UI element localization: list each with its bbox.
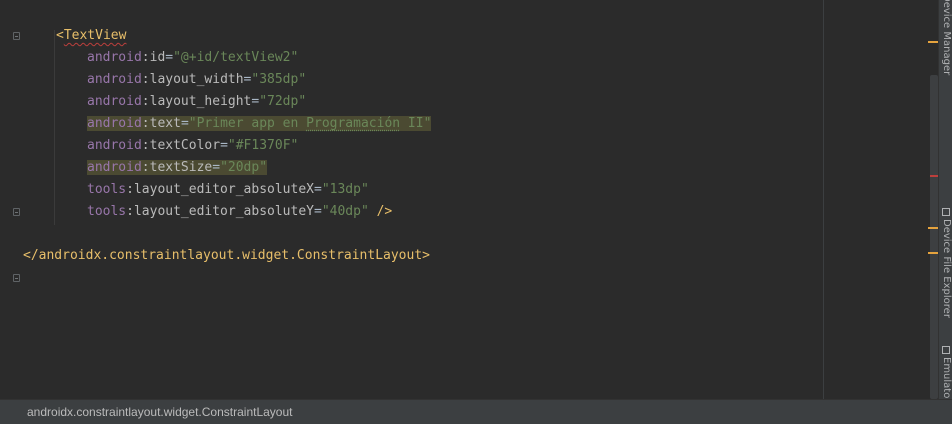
code-token: android (87, 138, 142, 153)
emulator-tool-button[interactable]: Emulator (939, 346, 952, 402)
code-token: layout_editor_absoluteY (133, 204, 314, 219)
code-token: android (87, 116, 142, 131)
code-token: android (87, 94, 142, 109)
code-token: android (87, 50, 142, 65)
code-line[interactable]: </androidx.constraintlayout.widget.Const… (23, 245, 430, 267)
code-token: text (149, 116, 181, 131)
indent-guide (54, 30, 55, 225)
code-token: Programación (306, 116, 401, 131)
status-bar: androidx.constraintlayout.widget.Constra… (0, 399, 952, 424)
code-token: layout_width (149, 72, 244, 87)
code-token: "385dp" (251, 72, 307, 87)
code-token: : (126, 182, 134, 197)
editor-scrollbar-thumb[interactable] (930, 75, 938, 399)
code-token: "Primer app en (188, 116, 307, 131)
code-token: : (141, 138, 150, 153)
fold-marker-icon[interactable] (13, 208, 20, 216)
right-margin-guide (823, 0, 824, 399)
code-token: textSize (149, 160, 213, 175)
code-token: "72dp" (259, 94, 307, 109)
code-token: = (313, 204, 322, 219)
code-token: : (141, 94, 150, 109)
code-token: android (87, 72, 142, 87)
code-token: "@+id/textView2" (173, 50, 299, 65)
right-tool-window-strip: Device Manager Device File Explorer Emul… (938, 0, 952, 402)
device-file-explorer-label: Device File Explorer (941, 219, 952, 318)
code-token: II" (400, 116, 432, 131)
code-token: </androidx.constraintlayout.widget.Const… (23, 248, 430, 263)
code-token: : (141, 116, 150, 131)
fold-marker-icon[interactable] (13, 274, 20, 282)
code-token: "20dp" (220, 160, 268, 175)
code-token: : (141, 50, 150, 65)
fold-marker-icon[interactable] (13, 32, 20, 40)
code-token: = (313, 182, 322, 197)
device-manager-tool-button[interactable]: Device Manager (939, 0, 952, 75)
code-line[interactable]: android:layout_width="385dp" (87, 69, 306, 91)
code-token: = (165, 50, 174, 65)
code-token: layout_height (149, 94, 252, 109)
code-token: : (141, 72, 150, 87)
code-token: "#F1370F" (227, 138, 299, 153)
code-token: : (141, 160, 150, 175)
code-token: "40dp" (321, 204, 369, 219)
code-token: = (212, 160, 221, 175)
emulator-label: Emulator (941, 357, 952, 403)
code-token: tools (87, 182, 127, 197)
device-manager-label: Device Manager (941, 0, 952, 76)
code-line[interactable]: android:textColor="#F1370F" (87, 135, 298, 157)
breadcrumb[interactable]: androidx.constraintlayout.widget.Constra… (27, 400, 293, 424)
code-token: : (126, 204, 134, 219)
device-file-explorer-tool-button[interactable]: Device File Explorer (939, 208, 952, 318)
code-token: < (56, 28, 64, 43)
emulator-icon (942, 346, 950, 354)
code-token: textColor (149, 138, 221, 153)
code-token: tools (87, 204, 127, 219)
code-token: /> (368, 204, 393, 219)
device-file-explorer-icon (942, 208, 950, 216)
code-token: layout_editor_absoluteX (133, 182, 314, 197)
code-token: = (220, 138, 228, 153)
code-token: id (149, 50, 166, 65)
code-line[interactable]: tools:layout_editor_absoluteX="13dp" (87, 179, 369, 201)
code-line[interactable]: android:layout_height="72dp" (87, 91, 306, 113)
code-line[interactable]: android:id="@+id/textView2" (87, 47, 298, 69)
code-editor[interactable]: <TextView android:id="@+id/textView2" andr… (0, 0, 926, 399)
code-token: = (180, 116, 189, 131)
code-line[interactable]: <TextView (56, 25, 126, 47)
code-line[interactable]: tools:layout_editor_absoluteY="40dp" /> (87, 201, 392, 223)
code-token: "13dp" (321, 182, 369, 197)
code-line[interactable]: android:textSize="20dp" (87, 157, 268, 179)
code-token: TextView (63, 28, 127, 43)
code-line[interactable]: android:text="Primer app en Programación… (87, 113, 432, 135)
code-token: android (87, 160, 142, 175)
